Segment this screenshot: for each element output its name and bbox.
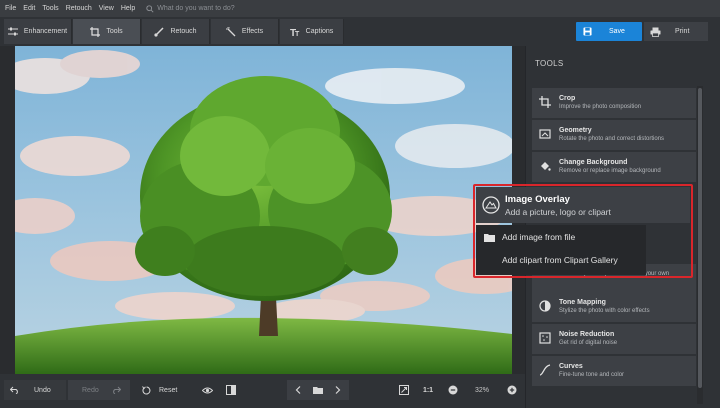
tab-tools[interactable]: Tools — [73, 19, 141, 44]
text-icon: TT — [290, 28, 300, 37]
crop-icon — [90, 26, 101, 37]
tool-desc: Stylize the photo with color effects — [559, 308, 650, 314]
zoom-out-button[interactable] — [444, 380, 462, 400]
tool-desc: Improve the photo composition — [559, 104, 642, 110]
actual-size-button[interactable]: 1:1 — [419, 380, 437, 400]
tool-curves[interactable]: Curves Fine-tune tone and color — [532, 356, 696, 386]
eye-icon — [201, 387, 213, 393]
menu-retouch[interactable]: Retouch — [66, 5, 92, 12]
tab-effects[interactable]: Effects — [211, 19, 279, 44]
sliders-icon — [7, 27, 18, 36]
zoom-in-button[interactable] — [503, 380, 521, 400]
tab-label: Retouch — [170, 28, 197, 35]
tab-label: Effects — [241, 28, 264, 35]
tool-change-background[interactable]: Change Background Remove or replace image… — [532, 152, 696, 182]
reset-label: Reset — [159, 386, 178, 394]
floppy-disk-icon — [583, 27, 592, 36]
tab-enhancement[interactable]: Enhancement — [4, 19, 72, 44]
curves-icon — [539, 364, 551, 376]
chevron-left-icon — [295, 386, 301, 394]
paint-bucket-icon — [541, 162, 551, 171]
menu-help[interactable]: Help — [121, 5, 135, 12]
save-button[interactable]: Save — [576, 22, 642, 41]
reset-button[interactable]: Reset — [136, 380, 188, 400]
magic-wand-icon — [225, 26, 236, 36]
open-folder-button[interactable] — [307, 380, 329, 400]
preview-toggle-button[interactable] — [198, 380, 216, 400]
tab-label: Captions — [305, 28, 334, 35]
printer-icon — [650, 27, 661, 37]
reset-icon — [142, 385, 151, 394]
search-box[interactable] — [146, 4, 268, 13]
compare-button[interactable] — [222, 380, 240, 400]
tool-title: Curves — [559, 363, 583, 370]
save-label: Save — [609, 28, 625, 35]
geometry-icon — [539, 129, 551, 139]
plus-circle-icon — [507, 385, 517, 395]
compare-icon — [226, 385, 236, 395]
crop-icon — [539, 96, 551, 108]
menu-tools[interactable]: Tools — [42, 5, 58, 12]
print-label: Print — [675, 28, 690, 35]
svg-text:T: T — [295, 31, 300, 37]
tool-title: Noise Reduction — [559, 331, 615, 338]
next-image-button[interactable] — [327, 380, 349, 400]
fit-to-screen-button[interactable] — [395, 380, 413, 400]
search-input[interactable] — [157, 5, 268, 12]
tab-label: Tools — [106, 28, 123, 35]
tool-title: Change Background — [559, 159, 628, 166]
bottom-bar: Undo Redo Reset 1:1 32% — [0, 374, 525, 408]
tool-desc: Fine-tune tone and color — [559, 372, 625, 378]
minus-circle-icon — [448, 385, 458, 395]
photo-preview[interactable] — [15, 46, 512, 374]
undo-label: Undo — [34, 386, 51, 394]
highlight-frame — [473, 184, 693, 278]
menu-bar: File Edit Tools Retouch View Help — [0, 0, 720, 17]
zoom-level: 32% — [473, 380, 491, 400]
tool-noise-reduction[interactable]: Noise Reduction Get rid of digital noise — [532, 324, 696, 354]
search-icon — [146, 4, 154, 13]
menu-file[interactable]: File — [5, 5, 16, 12]
zoom-ratio-label: 1:1 — [422, 386, 434, 394]
tone-icon — [539, 300, 551, 312]
chevron-right-icon — [335, 386, 341, 394]
undo-icon — [10, 386, 18, 394]
panel-title: TOOLS — [535, 59, 564, 68]
menu-edit[interactable]: Edit — [23, 5, 35, 12]
panel-scrollbar-thumb[interactable] — [698, 88, 702, 388]
redo-button[interactable]: Redo — [68, 380, 130, 400]
fit-screen-icon — [399, 385, 409, 395]
canvas-area[interactable] — [0, 46, 525, 374]
tool-desc: Get rid of digital noise — [559, 340, 618, 346]
previous-image-button[interactable] — [287, 380, 309, 400]
redo-label: Redo — [82, 386, 99, 394]
noise-icon — [539, 332, 551, 344]
tool-title: Crop — [559, 95, 576, 102]
print-button[interactable]: Print — [644, 22, 708, 41]
tool-geometry[interactable]: Geometry Rotate the photo and correct dis… — [532, 120, 696, 150]
tool-desc: Remove or replace image background — [559, 168, 661, 174]
menu-view[interactable]: View — [99, 5, 114, 12]
tab-captions[interactable]: TT Captions — [280, 19, 344, 44]
tool-title: Tone Mapping — [559, 299, 606, 306]
tab-label: Enhancement — [23, 28, 68, 35]
undo-button[interactable]: Undo — [4, 380, 66, 400]
folder-icon — [313, 387, 323, 394]
tab-retouch[interactable]: Retouch — [142, 19, 210, 44]
brush-icon — [154, 26, 164, 37]
photo-editor-window: File Edit Tools Retouch View Help Enhanc… — [0, 0, 720, 408]
tool-crop[interactable]: Crop Improve the photo composition — [532, 88, 696, 118]
zoom-percent: 32% — [474, 386, 489, 394]
tool-desc: Rotate the photo and correct distortions — [559, 136, 665, 142]
main-toolbar: Enhancement Tools Retouch Effects TT Cap… — [0, 17, 720, 46]
redo-icon — [112, 386, 121, 394]
tool-title: Geometry — [559, 127, 592, 134]
tool-tone-mapping[interactable]: Tone Mapping Stylize the photo with color… — [532, 292, 696, 322]
tree-photo — [15, 46, 512, 374]
